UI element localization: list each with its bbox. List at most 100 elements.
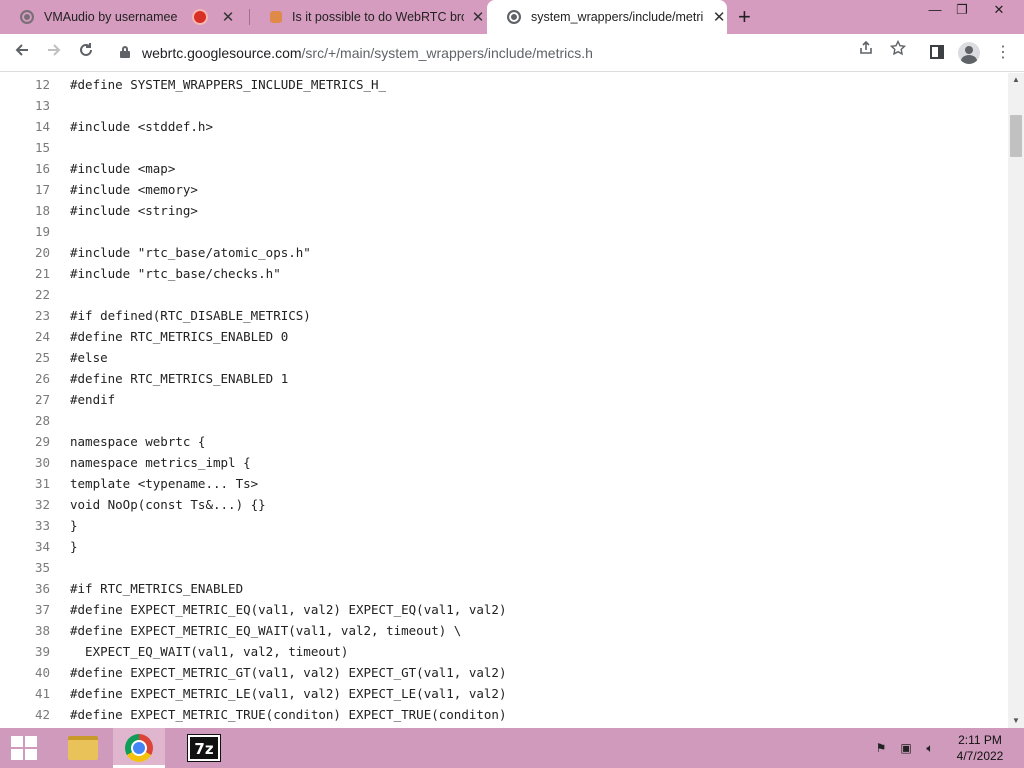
line-number[interactable]: 28 xyxy=(0,410,50,431)
line-number[interactable]: 25 xyxy=(0,347,50,368)
system-clock[interactable]: 2:11 PM 4/7/2022 xyxy=(944,732,1016,764)
line-number[interactable]: 37 xyxy=(0,599,50,620)
line-number[interactable]: 13 xyxy=(0,95,50,116)
code-text: #if RTC_METRICS_ENABLED xyxy=(70,581,244,596)
line-number[interactable]: 23 xyxy=(0,305,50,326)
new-tab-button[interactable]: + xyxy=(738,4,751,30)
code-text: #define EXPECT_METRIC_TRUE(conditon) EXP… xyxy=(70,707,507,722)
close-tab-icon[interactable]: ✕ xyxy=(711,8,727,26)
line-number[interactable]: 29 xyxy=(0,431,50,452)
line-number[interactable]: 40 xyxy=(0,662,50,683)
code-line: 25 #else xyxy=(0,347,1000,368)
windows-start-icon[interactable] xyxy=(0,728,50,768)
source-code-view: 12 #define SYSTEM_WRAPPERS_INCLUDE_METRIC… xyxy=(0,73,1008,728)
code-line: 24 #define RTC_METRICS_ENABLED 0 xyxy=(0,326,1000,347)
reload-button[interactable] xyxy=(73,40,99,66)
close-window-button[interactable]: ✕ xyxy=(982,0,1016,22)
code-line: 39 EXPECT_EQ_WAIT(val1, val2, timeout) xyxy=(0,641,1000,662)
tab-webrtc-question[interactable]: Is it possible to do WebRTC brow ✕ xyxy=(250,0,486,34)
back-button[interactable] xyxy=(9,40,35,66)
code-line: 28 xyxy=(0,410,1000,431)
network-error-icon[interactable]: ⚑ xyxy=(873,740,889,756)
line-number[interactable]: 26 xyxy=(0,368,50,389)
line-number[interactable]: 33 xyxy=(0,515,50,536)
code-text: #define EXPECT_METRIC_GT(val1, val2) EXP… xyxy=(70,665,507,680)
line-number[interactable]: 18 xyxy=(0,200,50,221)
network-icon[interactable]: ▣ xyxy=(898,740,914,756)
scroll-up-arrow-icon[interactable]: ▲ xyxy=(1008,73,1024,87)
taskbar-file-explorer[interactable] xyxy=(56,728,108,768)
line-number[interactable]: 34 xyxy=(0,536,50,557)
line-number[interactable]: 30 xyxy=(0,452,50,473)
line-number[interactable]: 21 xyxy=(0,263,50,284)
line-number[interactable]: 12 xyxy=(0,74,50,95)
line-number[interactable]: 27 xyxy=(0,389,50,410)
profile-avatar-icon[interactable] xyxy=(958,42,980,64)
tab-vmaudio[interactable]: VMAudio by usernamee ✕ xyxy=(0,0,248,34)
code-text: #include "rtc_base/checks.h" xyxy=(70,266,281,281)
code-text: #else xyxy=(70,350,108,365)
share-icon[interactable] xyxy=(856,40,876,60)
clock-date: 4/7/2022 xyxy=(956,749,1004,763)
line-number[interactable]: 17 xyxy=(0,179,50,200)
line-number[interactable]: 35 xyxy=(0,557,50,578)
reload-icon xyxy=(80,43,92,56)
code-text: namespace metrics_impl { xyxy=(70,455,251,470)
code-text: #define RTC_METRICS_ENABLED 1 xyxy=(70,371,289,386)
code-line: 20 #include "rtc_base/atomic_ops.h" xyxy=(0,242,1000,263)
vertical-scrollbar[interactable]: ▲ ▼ xyxy=(1008,73,1024,728)
line-number[interactable]: 22 xyxy=(0,284,50,305)
code-line: 22 xyxy=(0,284,1000,305)
code-text: #define EXPECT_METRIC_EQ(val1, val2) EXP… xyxy=(70,602,507,617)
line-number[interactable]: 36 xyxy=(0,578,50,599)
scroll-down-arrow-icon[interactable]: ▼ xyxy=(1008,714,1024,728)
code-text: #define SYSTEM_WRAPPERS_INCLUDE_METRICS_… xyxy=(70,77,387,92)
code-line: 13 xyxy=(0,95,1000,116)
menu-kebab-icon[interactable]: ⋮ xyxy=(990,40,1016,66)
bookmark-star-icon[interactable] xyxy=(888,39,908,60)
close-tab-icon[interactable]: ✕ xyxy=(220,8,236,26)
tab-strip: VMAudio by usernamee ✕ Is it possible to… xyxy=(0,0,1024,34)
scroll-thumb[interactable] xyxy=(1010,115,1022,157)
code-text: #if defined(RTC_DISABLE_METRICS) xyxy=(70,308,311,323)
line-number[interactable]: 38 xyxy=(0,620,50,641)
code-text: void NoOp(const Ts&...) {} xyxy=(70,497,266,512)
stackoverflow-icon xyxy=(270,11,282,23)
line-number[interactable]: 24 xyxy=(0,326,50,347)
globe-icon xyxy=(507,10,521,24)
url-text[interactable]: webrtc.googlesource.com/src/+/main/syste… xyxy=(142,45,593,61)
line-number[interactable]: 14 xyxy=(0,116,50,137)
globe-icon xyxy=(20,10,34,24)
taskbar-chrome[interactable] xyxy=(113,728,165,768)
code-line: 14 #include <stddef.h> xyxy=(0,116,1000,137)
line-number[interactable]: 41 xyxy=(0,683,50,704)
line-number[interactable]: 15 xyxy=(0,137,50,158)
taskbar-7zip[interactable]: 7z xyxy=(176,728,228,768)
side-panel-icon[interactable] xyxy=(930,45,944,59)
line-number[interactable]: 42 xyxy=(0,704,50,725)
line-number[interactable]: 19 xyxy=(0,221,50,242)
tab-metrics-h[interactable]: system_wrappers/include/metric ✕ xyxy=(487,0,727,34)
line-number[interactable]: 39 xyxy=(0,641,50,662)
code-text: EXPECT_EQ_WAIT(val1, val2, timeout) xyxy=(70,644,349,659)
close-tab-icon[interactable]: ✕ xyxy=(470,8,486,26)
code-text: #define EXPECT_METRIC_LE(val1, val2) EXP… xyxy=(70,686,507,701)
code-line: 38 #define EXPECT_METRIC_EQ_WAIT(val1, va… xyxy=(0,620,1000,641)
volume-icon[interactable]: 🔈︎ xyxy=(922,740,938,756)
code-line: 31 template <typename... Ts> xyxy=(0,473,1000,494)
line-number[interactable]: 16 xyxy=(0,158,50,179)
line-number[interactable]: 31 xyxy=(0,473,50,494)
code-line: 32 void NoOp(const Ts&...) {} xyxy=(0,494,1000,515)
code-line: 37 #define EXPECT_METRIC_EQ(val1, val2) E… xyxy=(0,599,1000,620)
restore-button[interactable]: ❐ xyxy=(945,0,979,22)
line-number[interactable]: 20 xyxy=(0,242,50,263)
forward-button[interactable] xyxy=(41,40,67,66)
code-line: 34} xyxy=(0,536,1000,557)
line-number[interactable]: 32 xyxy=(0,494,50,515)
windows-taskbar: 7z ⚑ ▣ 🔈︎ 2:11 PM 4/7/2022 xyxy=(0,728,1024,768)
address-bar[interactable]: webrtc.googlesource.com/src/+/main/syste… xyxy=(104,37,924,69)
arrow-right-icon xyxy=(48,44,61,56)
code-line: 40 #define EXPECT_METRIC_GT(val1, val2) E… xyxy=(0,662,1000,683)
browser-toolbar: webrtc.googlesource.com/src/+/main/syste… xyxy=(0,34,1024,72)
tab-title: Is it possible to do WebRTC brow xyxy=(292,10,464,24)
